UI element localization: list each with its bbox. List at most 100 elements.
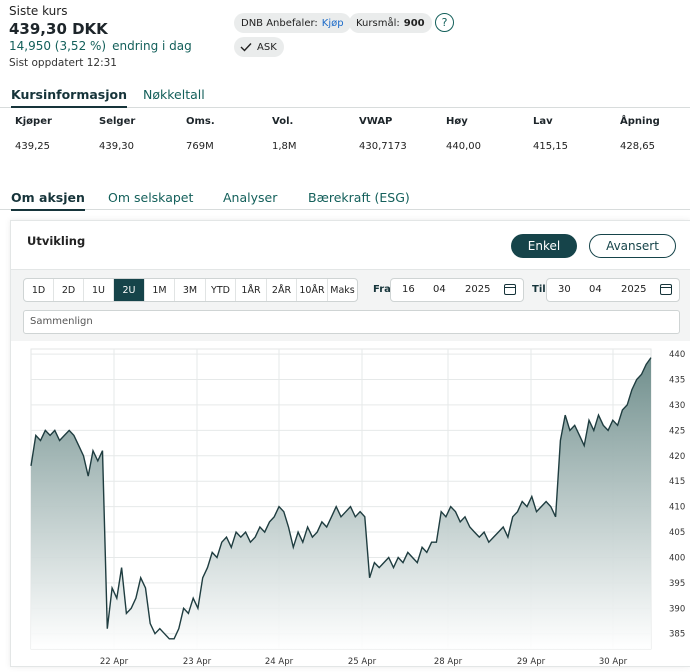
- from-date-input[interactable]: 16 04 2025: [390, 278, 524, 302]
- info-col-seller: Selger 439,30: [99, 116, 135, 152]
- y-tick-label: 430: [669, 401, 685, 411]
- info-col-vwap: VWAP 430,7173: [359, 116, 407, 152]
- tab-baerekraft[interactable]: Bærekraft (ESG): [308, 190, 410, 205]
- info-header: Kjøper: [15, 116, 52, 127]
- info-col-high: Høy 440,00: [446, 116, 481, 152]
- price-change-value: 14,950 (3,52 %): [9, 39, 107, 53]
- checkmark-icon: [240, 43, 252, 52]
- period-3m[interactable]: 3M: [175, 279, 206, 301]
- y-tick-label: 395: [669, 579, 685, 589]
- y-tick-label: 440: [669, 350, 685, 360]
- compare-input[interactable]: Sammenlign: [23, 310, 680, 334]
- y-tick-label: 425: [669, 426, 685, 436]
- price-chart-svg: 385 390 395 400 405 410 415 420 425 430 435 440 22 A…: [30, 348, 685, 667]
- to-year: 2025: [621, 284, 647, 295]
- main-tabs: Om aksjen Om selskapet Analyser Bærekraf…: [0, 186, 690, 211]
- price-chart: 385 390 395 400 405 410 415 420 425 430 435 440 22 A…: [11, 341, 690, 668]
- to-label: Til: [532, 284, 546, 295]
- card-title: Utvikling: [27, 234, 86, 248]
- y-tick-label: 435: [669, 376, 685, 386]
- last-price: 439,30 DKK: [9, 20, 108, 38]
- last-price-label: Siste kurs: [9, 4, 68, 18]
- price-change: 14,950 (3,52 %) endring i dag: [9, 39, 192, 53]
- info-header: Vol.: [272, 116, 294, 127]
- info-value: 439,25: [15, 141, 50, 152]
- advanced-view-button[interactable]: Avansert: [589, 234, 676, 258]
- y-tick-label: 415: [669, 477, 685, 487]
- target-price-badge: Kursmål: 900: [349, 13, 432, 33]
- info-col-turnover: Oms. 769M: [186, 116, 215, 152]
- info-value: 439,30: [99, 141, 134, 152]
- info-value: 430,7173: [359, 141, 407, 152]
- period-selector: 1D 2D 1U 2U 1M 3M YTD 1ÅR 2ÅR 10ÅR Maks: [23, 278, 358, 302]
- to-day: 30: [558, 284, 571, 295]
- period-1d[interactable]: 1D: [24, 279, 54, 301]
- info-value: 1,8M: [272, 141, 297, 152]
- from-year: 2025: [465, 284, 491, 295]
- info-header: Lav: [533, 116, 553, 127]
- info-tabs: Kursinformasjon Nøkkeltall: [0, 82, 690, 108]
- price-area: [31, 357, 651, 649]
- y-tick-label: 385: [669, 630, 685, 640]
- info-col-buyer: Kjøper 439,25: [15, 116, 52, 152]
- y-tick-label: 410: [669, 503, 685, 513]
- tab-om-aksjen[interactable]: Om aksjen: [11, 190, 85, 211]
- x-tick-label: 25 Apr: [348, 657, 377, 667]
- info-col-low: Lav 415,15: [533, 116, 568, 152]
- period-2d[interactable]: 2D: [54, 279, 84, 301]
- y-tick-label: 390: [669, 604, 685, 614]
- dnb-recommendation-label: DNB Anbefaler:: [241, 17, 318, 29]
- development-card: Utvikling Enkel Avansert 1D 2D 1U 2U 1M …: [10, 220, 690, 667]
- period-1u[interactable]: 1U: [84, 279, 114, 301]
- dnb-recommendation-value: Kjøp: [321, 17, 344, 29]
- to-month: 04: [589, 284, 602, 295]
- to-date-input[interactable]: 30 04 2025: [546, 278, 680, 302]
- target-price-label: Kursmål:: [356, 17, 400, 29]
- info-header: VWAP: [359, 116, 393, 127]
- period-2u[interactable]: 2U: [114, 279, 145, 301]
- simple-view-button[interactable]: Enkel: [511, 234, 577, 258]
- period-1m[interactable]: 1M: [145, 279, 175, 301]
- info-col-volume: Vol. 1,8M: [272, 116, 297, 152]
- info-header: Høy: [446, 116, 468, 127]
- ask-label: ASK: [257, 41, 277, 53]
- info-header: Oms.: [186, 116, 215, 127]
- calendar-icon[interactable]: [504, 284, 516, 295]
- x-tick-label: 28 Apr: [434, 657, 463, 667]
- tab-analyser[interactable]: Analyser: [223, 190, 277, 205]
- y-tick-label: 400: [669, 553, 685, 563]
- period-maks[interactable]: Maks: [328, 279, 357, 301]
- info-header: Selger: [99, 116, 136, 127]
- chart-controls: 1D 2D 1U 2U 1M 3M YTD 1ÅR 2ÅR 10ÅR Maks …: [11, 269, 690, 341]
- quote-header: Siste kurs 439,30 DKK 14,950 (3,52 %) end…: [0, 0, 690, 80]
- from-label: Fra: [373, 284, 391, 295]
- info-value: 428,65: [620, 141, 655, 152]
- tab-nokkeltall[interactable]: Nøkkeltall: [143, 87, 205, 102]
- info-value: 769M: [186, 141, 214, 152]
- from-month: 04: [433, 284, 446, 295]
- price-change-label: endring i dag: [112, 39, 192, 53]
- tab-om-selskapet[interactable]: Om selskapet: [108, 190, 193, 205]
- calendar-icon[interactable]: [660, 284, 672, 295]
- info-value: 440,00: [446, 141, 481, 152]
- target-price-value: 900: [403, 17, 425, 29]
- y-tick-label: 420: [669, 452, 685, 462]
- info-col-open: Åpning 428,65: [620, 116, 660, 152]
- help-icon[interactable]: ?: [435, 13, 454, 32]
- x-tick-label: 30 Apr: [599, 657, 628, 667]
- period-2ar[interactable]: 2ÅR: [267, 279, 297, 301]
- period-1ar[interactable]: 1ÅR: [236, 279, 267, 301]
- last-updated: Sist oppdatert 12:31: [9, 57, 117, 69]
- info-value: 415,15: [533, 141, 568, 152]
- x-tick-label: 23 Apr: [183, 657, 212, 667]
- tab-kursinformasjon[interactable]: Kursinformasjon: [11, 87, 128, 108]
- dnb-recommendation-badge: DNB Anbefaler: Kjøp: [234, 13, 351, 33]
- period-10ar[interactable]: 10ÅR: [297, 279, 328, 301]
- period-ytd[interactable]: YTD: [206, 279, 236, 301]
- from-day: 16: [402, 284, 415, 295]
- ask-badge[interactable]: ASK: [234, 37, 284, 57]
- info-header: Åpning: [620, 116, 660, 127]
- x-tick-label: 24 Apr: [265, 657, 294, 667]
- x-tick-label: 22 Apr: [100, 657, 129, 667]
- y-tick-label: 405: [669, 528, 685, 538]
